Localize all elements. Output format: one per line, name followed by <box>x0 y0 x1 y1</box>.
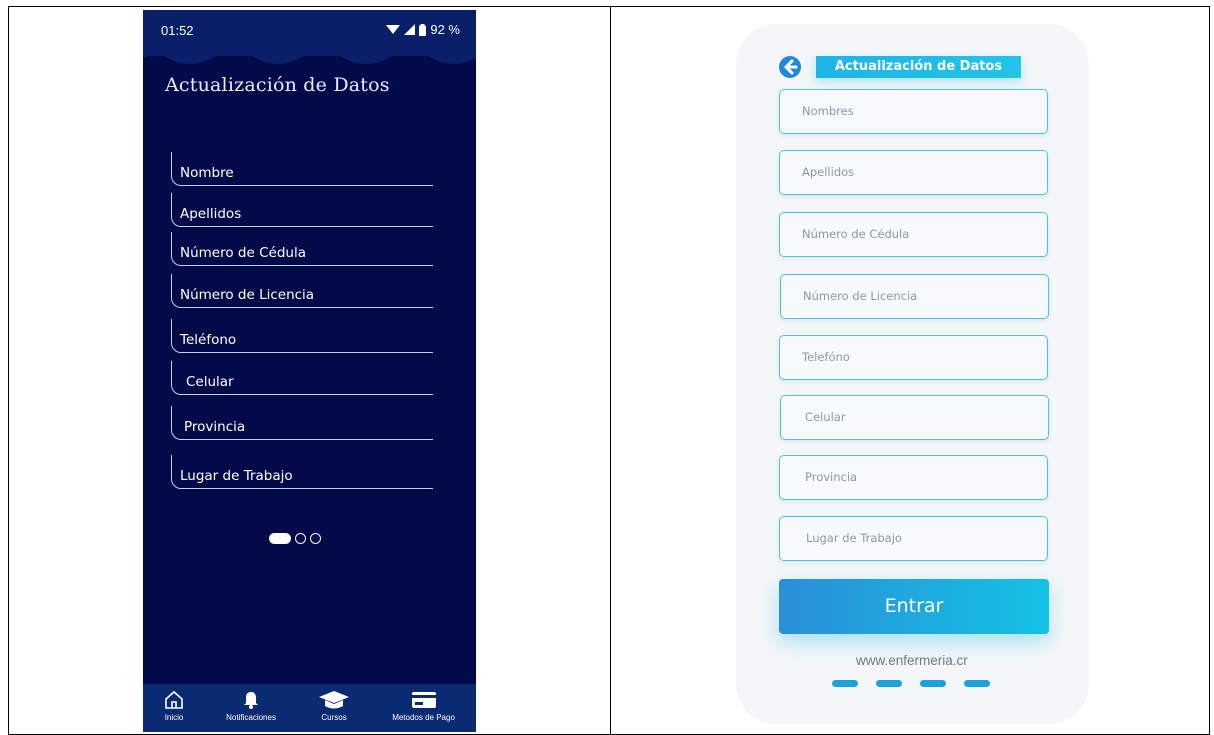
celular-input[interactable]: Celular <box>780 395 1049 440</box>
apellidos-input[interactable]: Apellidos <box>779 150 1048 195</box>
field-label: Número de Licencia <box>180 287 315 303</box>
field-placeholder: Número de Licencia <box>803 289 918 303</box>
page-title-badge: Actualización de Datos <box>816 56 1021 78</box>
signal-icon <box>404 24 416 35</box>
battery-icon <box>419 23 427 36</box>
field-label: Teléfono <box>180 332 237 348</box>
page-title: Actualización de Datos <box>165 74 390 96</box>
bottom-nav: Inicio Notificaciones Cursos Metodos de … <box>143 684 476 732</box>
wifi-icon <box>386 25 401 34</box>
field-label: Lugar de Trabajo <box>180 468 293 484</box>
field-label: Nombre <box>180 165 234 181</box>
pager-dot[interactable] <box>310 533 321 544</box>
apellidos-field[interactable]: Apellidos <box>171 193 433 227</box>
celular-field[interactable]: Celular <box>171 361 433 395</box>
field-label: Celular <box>186 374 234 390</box>
provincia-field[interactable]: Provincia <box>171 406 433 440</box>
header-wave <box>143 44 476 64</box>
lugar-trabajo-input[interactable]: Lugar de Trabajo <box>779 516 1048 561</box>
field-placeholder: Telefóno <box>802 350 850 364</box>
nav-metodos-pago[interactable]: Metodos de Pago <box>392 690 455 722</box>
nav-label: Notificaciones <box>226 713 276 722</box>
licencia-field[interactable]: Número de Licencia <box>171 274 433 308</box>
field-placeholder: Apellidos <box>802 165 855 179</box>
back-arrow-icon[interactable] <box>778 55 802 79</box>
nav-label: Metodos de Pago <box>392 713 455 722</box>
status-time: 01:52 <box>161 23 194 38</box>
graduation-cap-icon <box>319 691 350 709</box>
telefono-field[interactable]: Teléfono <box>171 319 433 353</box>
nav-cursos[interactable]: Cursos <box>318 690 350 722</box>
nombre-field[interactable]: Nombre <box>171 152 433 186</box>
field-label: Apellidos <box>180 206 242 222</box>
nav-notificaciones[interactable]: Notificaciones <box>226 690 276 722</box>
lugar-trabajo-field[interactable]: Lugar de Trabajo <box>171 455 433 489</box>
field-placeholder: Lugar de Trabajo <box>806 531 902 545</box>
cedula-input[interactable]: Número de Cédula <box>779 212 1048 257</box>
website-link[interactable]: www.enfermeria.cr <box>856 653 968 668</box>
nav-label: Cursos <box>321 713 347 722</box>
credit-card-icon <box>411 692 436 708</box>
telefono-input[interactable]: Telefóno <box>779 335 1048 380</box>
field-label: Provincia <box>184 419 246 435</box>
nav-inicio[interactable]: Inicio <box>164 690 184 722</box>
field-placeholder: Nombres <box>802 104 854 118</box>
page-indicator <box>832 680 990 687</box>
cedula-field[interactable]: Número de Cédula <box>171 232 433 266</box>
nombres-input[interactable]: Nombres <box>779 89 1048 134</box>
dark-phone-screen: 01:52 92 % Actualización de Datos Nombre… <box>143 10 476 732</box>
page-indicator-dash[interactable] <box>964 680 990 687</box>
provincia-input[interactable]: Provincia <box>779 455 1048 500</box>
bell-icon <box>244 692 259 709</box>
field-placeholder: Celular <box>805 410 846 424</box>
page-indicator-dash[interactable] <box>832 680 858 687</box>
field-placeholder: Número de Cédula <box>802 227 910 241</box>
page-indicator-dash[interactable] <box>876 680 902 687</box>
pager-dot[interactable] <box>295 533 306 544</box>
enter-button[interactable]: Entrar <box>779 579 1049 634</box>
licencia-input[interactable]: Número de Licencia <box>780 274 1049 319</box>
field-placeholder: Provincia <box>805 470 858 484</box>
nav-label: Inicio <box>164 713 184 722</box>
page-indicator-dash[interactable] <box>920 680 946 687</box>
status-icons: 92 % <box>386 22 460 37</box>
pager-dot-active[interactable] <box>269 533 291 544</box>
table-divider <box>610 7 611 734</box>
battery-level: 92 % <box>430 22 460 37</box>
pager-dots <box>269 533 321 544</box>
home-icon <box>165 690 183 709</box>
field-label: Número de Cédula <box>180 245 306 261</box>
